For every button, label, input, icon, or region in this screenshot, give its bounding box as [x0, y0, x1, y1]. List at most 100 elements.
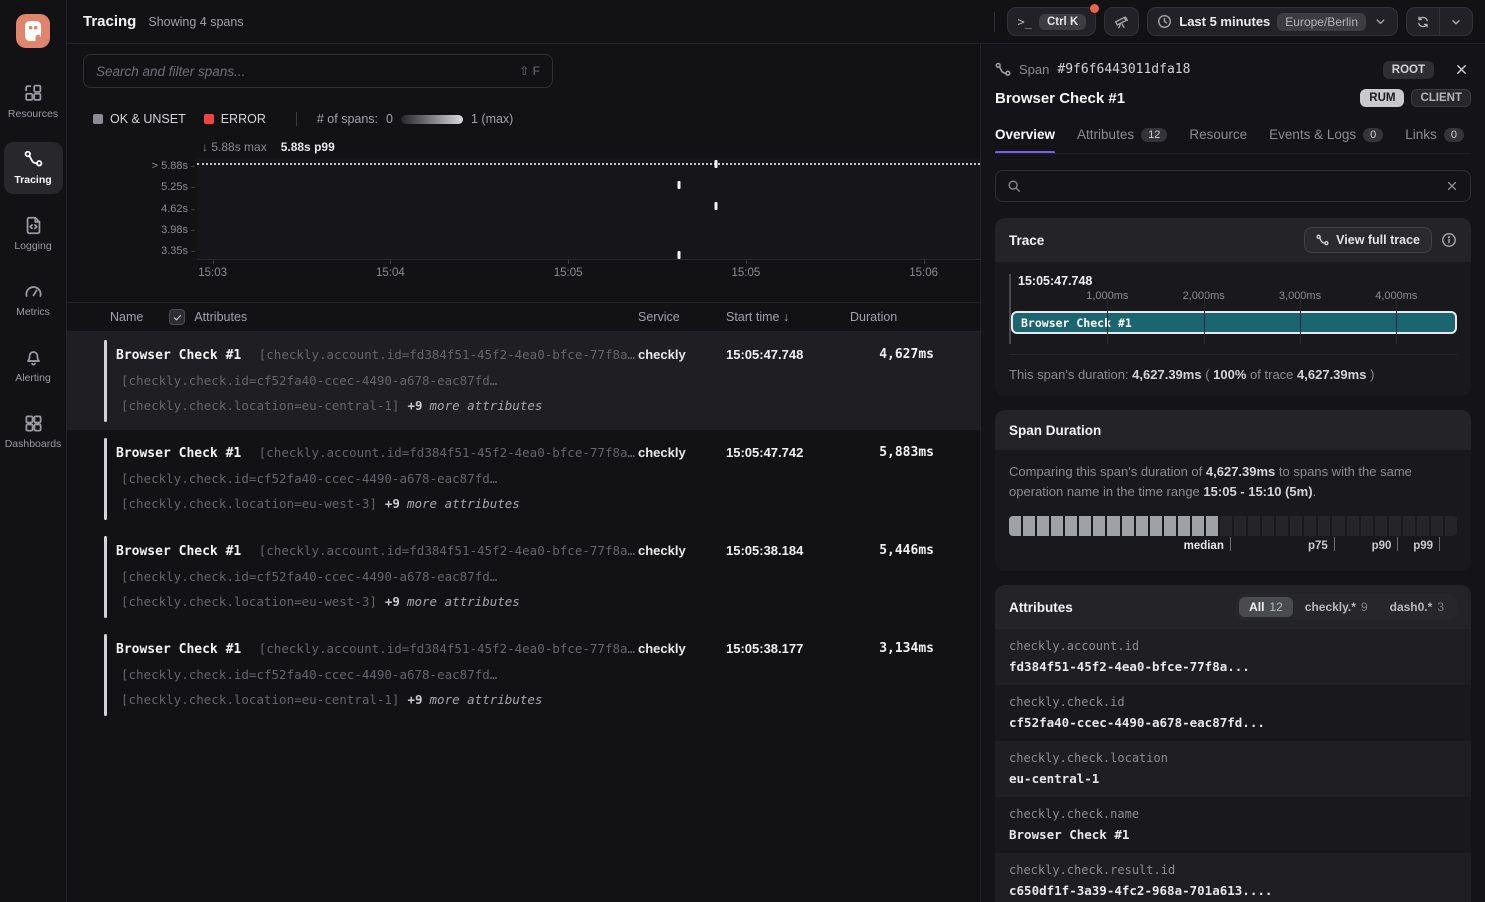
y-axis-tick: 5.25s: [161, 181, 188, 193]
span-duration-title: Span Duration: [1009, 423, 1101, 438]
content-row: ⇧ F OK & UNSET ERROR # of spans: 0: [67, 44, 1485, 902]
column-header-attributes[interactable]: Attributes: [194, 310, 247, 324]
refresh-options-button[interactable]: [1440, 8, 1472, 35]
histogram-segment: [1234, 516, 1246, 536]
refresh-button[interactable]: [1407, 8, 1439, 35]
tab-overview[interactable]: Overview: [995, 127, 1055, 153]
histogram-segment: [1023, 516, 1035, 536]
histogram-segment: [1304, 516, 1316, 536]
span-bar[interactable]: Browser Check #1: [1011, 311, 1457, 334]
attribute-row[interactable]: checkly.check.idcf52fa40-ccec-4490-a678-…: [995, 685, 1471, 741]
sidebar-item-label: Resources: [8, 108, 58, 120]
duration-scatter-plot[interactable]: > 5.88s5.25s4.62s3.98s3.35s: [197, 158, 980, 260]
search-icon: [1007, 179, 1021, 193]
attribute-row[interactable]: checkly.check.result.idc650df1f-3a39-4fc…: [995, 853, 1471, 902]
chip-count: 12: [1269, 600, 1282, 614]
sidebar-nav: Resources Tracing Logging Metrics Alerting Da…: [4, 76, 63, 472]
x-axis-tick: 15:05: [731, 267, 760, 279]
sidebar-item-resources[interactable]: Resources: [4, 76, 63, 128]
more-attributes-label: more attributes: [407, 594, 520, 609]
attributes-checkbox[interactable]: [169, 309, 185, 325]
dashboards-icon: [24, 414, 43, 433]
attribute-row[interactable]: checkly.account.idfd384f51-45f2-4ea0-bfc…: [995, 629, 1471, 685]
announcements-button[interactable]: [1104, 7, 1139, 36]
column-header-start-time[interactable]: Start time ↓: [726, 310, 850, 324]
close-panel-button[interactable]: [1452, 60, 1471, 79]
tab-resource[interactable]: Resource: [1189, 127, 1247, 153]
clear-search-icon[interactable]: [1445, 179, 1459, 193]
duration-cell: 3,134ms: [850, 636, 934, 712]
attribute-row[interactable]: checkly.check.nameBrowser Check #1: [995, 797, 1471, 853]
span-attr-line-2: [checkly.check.id=cf52fa40-ccec-4490-a67…: [116, 466, 638, 491]
histogram-segment: [1136, 516, 1148, 536]
timeline-gridline: [1107, 294, 1108, 344]
attr-filter-chip-checkly[interactable]: checkly.*9: [1295, 597, 1378, 617]
attribute-row[interactable]: checkly.check.locationeu-central-1: [995, 741, 1471, 797]
histogram-segment: [1361, 516, 1373, 536]
tab-events-logs[interactable]: Events & Logs0: [1269, 127, 1383, 153]
span-attr-2: [checkly.check.id=cf52fa40-ccec-4490-a67…: [121, 471, 497, 486]
histogram-segment: [1065, 516, 1077, 536]
sidebar-item-label: Logging: [14, 240, 51, 252]
histogram-segment: [1122, 516, 1134, 536]
notification-dot: [1090, 4, 1099, 13]
spans-count-scale: # of spans: 0 1 (max): [317, 112, 513, 126]
percentile-label-p75: p75: [1308, 540, 1328, 552]
span-data-point[interactable]: [677, 181, 680, 189]
sidebar-item-alerting[interactable]: Alerting: [4, 340, 63, 392]
table-row[interactable]: Browser Check #1 [checkly.account.id=fd3…: [67, 332, 980, 430]
span-name: Browser Check #1: [116, 544, 241, 559]
attr-filter-chip-all[interactable]: All12: [1239, 597, 1293, 617]
histogram-segment: [1164, 516, 1176, 536]
timeline-ticks: 1,000ms2,000ms3,000ms4,000ms: [1011, 290, 1457, 306]
percentile-tick: [1334, 537, 1335, 551]
legend-error[interactable]: ERROR: [204, 112, 266, 126]
sidebar-item-dashboards[interactable]: Dashboards: [4, 406, 63, 458]
view-full-trace-button[interactable]: View full trace: [1304, 227, 1432, 253]
refresh-icon: [1416, 15, 1430, 29]
more-attributes-label: more attributes: [407, 496, 520, 511]
sidebar-item-tracing[interactable]: Tracing: [4, 142, 63, 194]
attribute-value: cf52fa40-ccec-4490-a678-eac87fd...: [1009, 715, 1457, 730]
sidebar-item-label: Metrics: [16, 306, 50, 318]
column-header-service[interactable]: Service: [638, 310, 726, 324]
y-axis-tick: 3.35s: [161, 245, 188, 257]
clock-icon: [1157, 14, 1172, 29]
histogram-segment: [1220, 516, 1232, 536]
tab-links[interactable]: Links0: [1405, 127, 1464, 153]
legend-ok[interactable]: OK & UNSET: [93, 112, 186, 126]
trace-info-button[interactable]: [1441, 232, 1457, 248]
table-row[interactable]: Browser Check #1 [checkly.account.id=fd3…: [67, 430, 980, 528]
telescope-icon: [1114, 14, 1129, 29]
span-name: Browser Check #1: [116, 642, 241, 657]
table-row[interactable]: Browser Check #1 [checkly.account.id=fd3…: [67, 528, 980, 626]
table-row[interactable]: Browser Check #1 [checkly.account.id=fd3…: [67, 626, 980, 724]
attr-filter-chip-dash0[interactable]: dash0.*3: [1380, 597, 1454, 617]
sidebar-item-metrics[interactable]: Metrics: [4, 274, 63, 326]
x-axis-tickmark: [924, 260, 925, 264]
span-attr-line-3: [checkly.check.location=eu-west-3]+9more…: [116, 491, 638, 516]
span-data-point[interactable]: [715, 160, 718, 168]
column-header-name[interactable]: Name: [110, 310, 143, 324]
histogram-segment: [1389, 516, 1401, 536]
span-duration-summary: This span's duration: 4,627.39ms ( 100% …: [1009, 354, 1457, 382]
time-range-button[interactable]: Last 5 minutes Europe/Berlin: [1147, 7, 1398, 36]
sidebar-item-logging[interactable]: Logging: [4, 208, 63, 260]
more-attributes-count: +9: [385, 594, 400, 609]
span-data-point[interactable]: [715, 202, 718, 210]
metrics-icon: [24, 282, 43, 301]
ctrl-k-keycap: Ctrl K: [1039, 14, 1086, 30]
app-logo[interactable]: [16, 14, 50, 48]
right-column: Tracing Showing 4 spans >_ Ctrl K Last 5…: [67, 0, 1485, 902]
trace-timeline: 15:05:47.748 1,000ms2,000ms3,000ms4,000m…: [1009, 274, 1457, 344]
tab-count-badge: 0: [1444, 128, 1464, 142]
command-palette-button[interactable]: >_ Ctrl K: [1007, 7, 1096, 36]
panel-search-input[interactable]: [1029, 179, 1437, 194]
tab-attributes[interactable]: Attributes12: [1077, 127, 1167, 153]
column-header-duration[interactable]: Duration: [850, 310, 934, 324]
topbar-divider: [994, 12, 995, 32]
spans-search-input[interactable]: [96, 64, 519, 79]
span-data-point[interactable]: [677, 251, 680, 259]
attributes-card-header: Attributes All12checkly.*9dash0.*3: [995, 585, 1471, 629]
chevron-down-icon: [1449, 15, 1463, 29]
